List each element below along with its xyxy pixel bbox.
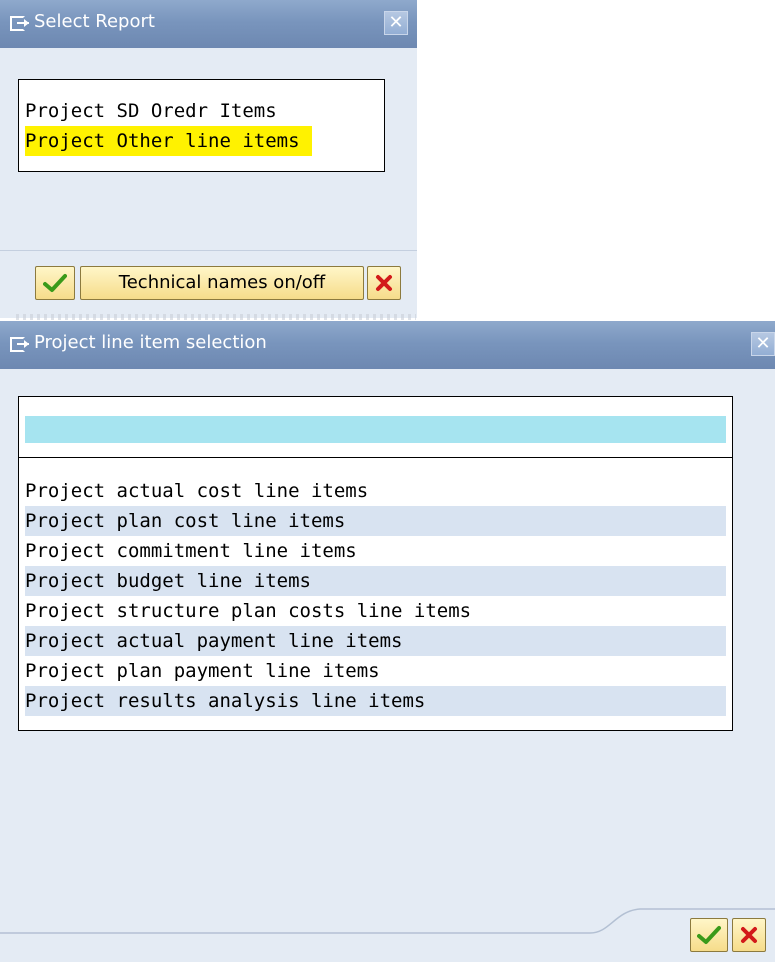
filter-divider [19, 457, 732, 458]
report-list-item-selected[interactable]: Project Other line items [25, 126, 312, 156]
cancel-button[interactable] [367, 266, 401, 300]
filter-bar[interactable] [25, 416, 726, 443]
line-item-row[interactable]: Project actual cost line items [25, 476, 726, 506]
window-icon [10, 337, 29, 352]
select-report-title: Select Report [34, 11, 155, 32]
cancel-button[interactable] [732, 918, 766, 952]
close-icon[interactable]: ✕ [384, 11, 408, 35]
line-item-row[interactable]: Project actual payment line items [25, 626, 726, 656]
check-icon [43, 274, 67, 292]
select-report-dialog: Select Report ✕ Project SD Oredr Items P… [0, 0, 417, 318]
report-list: Project SD Oredr Items Project Other lin… [18, 79, 385, 172]
line-item-row[interactable]: Project results analysis line items [25, 686, 726, 716]
x-icon [376, 275, 392, 291]
line-item-row[interactable]: Project plan payment line items [25, 656, 726, 686]
footer-curve [0, 908, 775, 934]
report-list-item[interactable]: Project SD Oredr Items [25, 96, 378, 126]
line-item-row[interactable]: Project commitment line items [25, 536, 726, 566]
line-item-row[interactable]: Project budget line items [25, 566, 726, 596]
confirm-button[interactable] [35, 266, 75, 300]
line-item-selection-dialog: Project line item selection ✕ Project ac… [0, 321, 775, 962]
check-icon [697, 926, 721, 944]
confirm-button[interactable] [690, 918, 728, 952]
select-report-titlebar[interactable]: Select Report ✕ [0, 0, 417, 48]
close-icon[interactable]: ✕ [751, 332, 775, 356]
line-item-row[interactable]: Project plan cost line items [25, 506, 726, 536]
line-item-row[interactable]: Project structure plan costs line items [25, 596, 726, 626]
line-item-selection-title: Project line item selection [34, 332, 267, 353]
technical-names-button[interactable]: Technical names on/off [80, 266, 364, 300]
x-icon [741, 927, 757, 943]
line-item-list: Project actual cost line items Project p… [18, 396, 733, 731]
window-icon [10, 16, 29, 31]
line-item-selection-titlebar[interactable]: Project line item selection ✕ [0, 321, 775, 369]
screen-artifact [16, 314, 416, 320]
divider [0, 250, 417, 251]
